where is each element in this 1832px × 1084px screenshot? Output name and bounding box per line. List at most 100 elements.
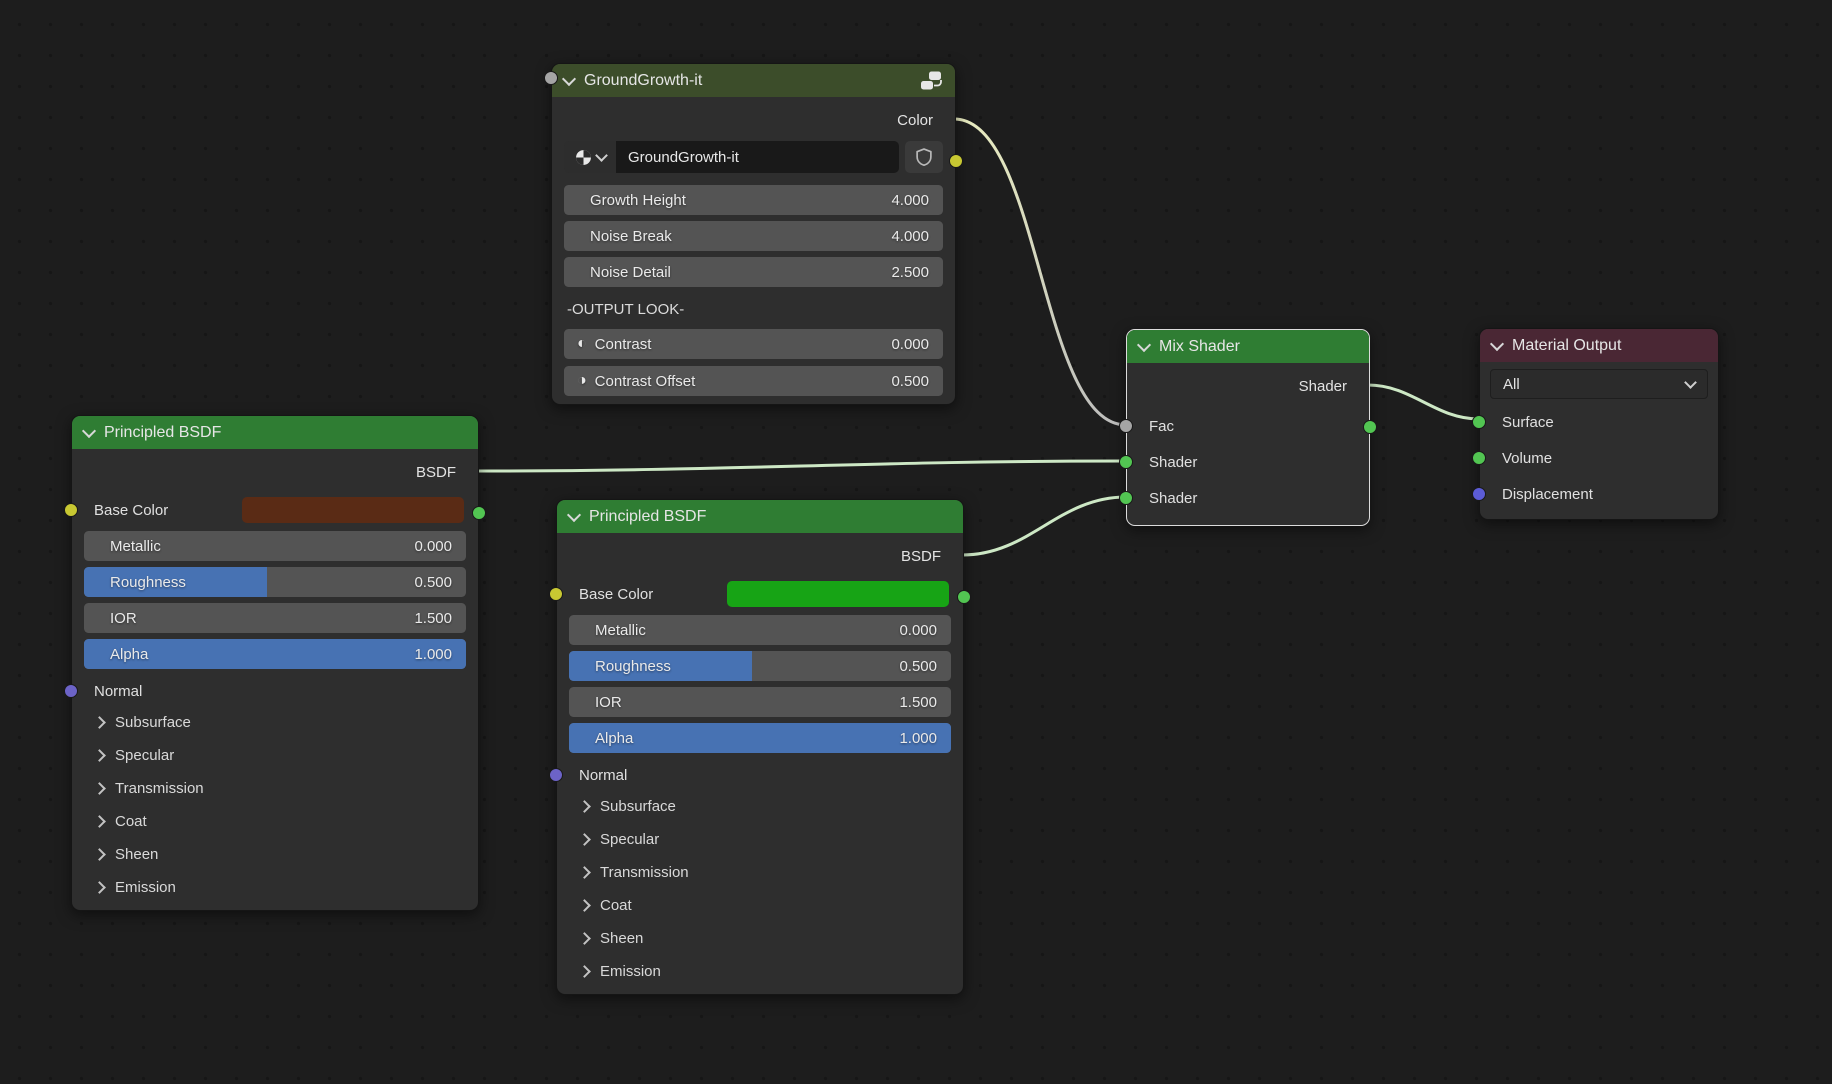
collapse-chevron-icon[interactable] bbox=[567, 507, 581, 521]
expand-chevron-icon bbox=[578, 800, 591, 813]
bsdf-output-socket[interactable] bbox=[472, 506, 486, 520]
node-header[interactable]: Principled BSDF bbox=[557, 500, 963, 533]
node-header[interactable]: Principled BSDF bbox=[72, 416, 478, 449]
expand-chevron-icon bbox=[578, 866, 591, 879]
link-bsdf2-to-shader2[interactable] bbox=[962, 497, 1126, 555]
base-color-swatch[interactable] bbox=[242, 497, 464, 523]
displacement-row: Displacement bbox=[1480, 479, 1718, 509]
param-label: Noise Detail bbox=[564, 264, 891, 281]
panel-label: Subsurface bbox=[600, 798, 676, 815]
param-label: IOR bbox=[84, 610, 414, 627]
param-value: 1.000 bbox=[414, 646, 466, 663]
collapse-chevron-icon[interactable] bbox=[1490, 336, 1504, 350]
expand-chevron-icon bbox=[93, 716, 106, 729]
param-label: Metallic bbox=[84, 538, 414, 555]
panel-specular[interactable]: Specular bbox=[557, 823, 963, 856]
base-color-input-socket[interactable] bbox=[549, 587, 563, 601]
bsdf-output-label: BSDF bbox=[901, 548, 941, 565]
panel-subsurface[interactable]: Subsurface bbox=[72, 706, 478, 739]
chevron-down-icon bbox=[1684, 376, 1697, 389]
slider-noise-detail[interactable]: Noise Detail 2.500 bbox=[564, 257, 943, 287]
param-label: Noise Break bbox=[564, 228, 891, 245]
link-mix-to-surface[interactable] bbox=[1368, 385, 1479, 419]
panel-transmission[interactable]: Transmission bbox=[72, 772, 478, 805]
param-label: Alpha bbox=[569, 730, 899, 747]
panel-sheen[interactable]: Sheen bbox=[72, 838, 478, 871]
slider-metallic[interactable]: Metallic 0.000 bbox=[84, 531, 466, 561]
base-color-row: Base Color bbox=[72, 495, 478, 525]
shader2-input-socket[interactable] bbox=[1119, 491, 1133, 505]
slider-growth-height[interactable]: Growth Height 4.000 bbox=[564, 185, 943, 215]
base-color-label: Base Color bbox=[94, 502, 242, 519]
node-mix-shader[interactable]: Mix Shader Shader Fac Shader Shader bbox=[1126, 329, 1370, 526]
slider-metallic[interactable]: Metallic 0.000 bbox=[569, 615, 951, 645]
panel-transmission[interactable]: Transmission bbox=[557, 856, 963, 889]
node-tree-name: GroundGrowth-it bbox=[628, 149, 739, 166]
slider-contrast-offset[interactable]: ◑ Contrast Offset 0.500 bbox=[564, 366, 943, 396]
node-header[interactable]: GroundGrowth-it bbox=[552, 64, 955, 97]
collapse-chevron-icon[interactable] bbox=[562, 71, 576, 85]
link-bsdf1-to-shader1[interactable] bbox=[477, 461, 1126, 471]
param-label: Roughness bbox=[569, 658, 899, 675]
color-output-socket[interactable] bbox=[949, 154, 963, 168]
bsdf-output-socket[interactable] bbox=[957, 590, 971, 604]
displacement-input-socket[interactable] bbox=[1472, 487, 1486, 501]
base-color-row: Base Color bbox=[557, 579, 963, 609]
slider-roughness[interactable]: Roughness 0.500 bbox=[84, 567, 466, 597]
param-value: 0.500 bbox=[414, 574, 466, 591]
slider-alpha[interactable]: Alpha 1.000 bbox=[569, 723, 951, 753]
fac-input-socket[interactable] bbox=[1119, 419, 1133, 433]
panel-sheen[interactable]: Sheen bbox=[557, 922, 963, 955]
slider-contrast[interactable]: ◐ Contrast 0.000 bbox=[564, 329, 943, 359]
collapse-chevron-icon[interactable] bbox=[1137, 337, 1151, 351]
normal-input-socket[interactable] bbox=[549, 768, 563, 782]
color-output-row: Color bbox=[552, 105, 955, 135]
node-editor-canvas[interactable]: GroundGrowth-it Color bbox=[0, 0, 1832, 1084]
base-color-swatch[interactable] bbox=[727, 581, 949, 607]
fac-label: Fac bbox=[1149, 418, 1174, 435]
target-dropdown[interactable]: All bbox=[1490, 369, 1708, 399]
param-value: 4.000 bbox=[891, 228, 943, 245]
panel-subsurface[interactable]: Subsurface bbox=[557, 790, 963, 823]
slider-roughness[interactable]: Roughness 0.500 bbox=[569, 651, 951, 681]
fake-user-button[interactable] bbox=[905, 141, 943, 173]
link-color-to-fac[interactable] bbox=[954, 119, 1126, 425]
panel-emission[interactable]: Emission bbox=[72, 871, 478, 904]
node-header[interactable]: Material Output bbox=[1480, 329, 1718, 362]
expand-chevron-icon bbox=[93, 749, 106, 762]
param-value: 0.000 bbox=[414, 538, 466, 555]
node-principled-bsdf-mid[interactable]: Principled BSDF BSDF Base Color Metallic… bbox=[556, 499, 964, 995]
node-groundgrowth[interactable]: GroundGrowth-it Color bbox=[551, 63, 956, 405]
node-tree-selector: GroundGrowth-it bbox=[564, 141, 943, 173]
panel-coat[interactable]: Coat bbox=[557, 889, 963, 922]
slider-noise-break[interactable]: Noise Break 4.000 bbox=[564, 221, 943, 251]
shader1-label: Shader bbox=[1149, 454, 1197, 471]
normal-input-socket[interactable] bbox=[64, 684, 78, 698]
normal-label: Normal bbox=[579, 767, 627, 784]
collapse-chevron-icon[interactable] bbox=[82, 423, 96, 437]
bsdf-output-label: BSDF bbox=[416, 464, 456, 481]
node-principled-bsdf-left[interactable]: Principled BSDF BSDF Base Color Metallic… bbox=[71, 415, 479, 911]
node-header[interactable]: Mix Shader bbox=[1127, 330, 1369, 363]
param-label: ◑ Contrast Offset bbox=[564, 373, 891, 390]
output-look-input-socket[interactable] bbox=[544, 71, 558, 85]
node-tree-name-field[interactable]: GroundGrowth-it bbox=[616, 141, 899, 173]
slider-ior[interactable]: IOR 1.500 bbox=[84, 603, 466, 633]
panel-coat[interactable]: Coat bbox=[72, 805, 478, 838]
shader1-input-socket[interactable] bbox=[1119, 455, 1133, 469]
panel-emission[interactable]: Emission bbox=[557, 955, 963, 988]
shader-output-socket[interactable] bbox=[1363, 420, 1377, 434]
panel-label: Transmission bbox=[600, 864, 689, 881]
node-material-output[interactable]: Material Output All Surface Volume Displ… bbox=[1479, 328, 1719, 520]
param-value: 0.500 bbox=[891, 373, 943, 390]
surface-input-socket[interactable] bbox=[1472, 415, 1486, 429]
panel-specular[interactable]: Specular bbox=[72, 739, 478, 772]
displacement-label: Displacement bbox=[1502, 486, 1593, 503]
base-color-input-socket[interactable] bbox=[64, 503, 78, 517]
volume-input-socket[interactable] bbox=[1472, 451, 1486, 465]
browse-node-tree-button[interactable] bbox=[564, 141, 616, 173]
panel-label: Coat bbox=[115, 813, 147, 830]
node-title: Mix Shader bbox=[1159, 338, 1357, 356]
slider-alpha[interactable]: Alpha 1.000 bbox=[84, 639, 466, 669]
slider-ior[interactable]: IOR 1.500 bbox=[569, 687, 951, 717]
